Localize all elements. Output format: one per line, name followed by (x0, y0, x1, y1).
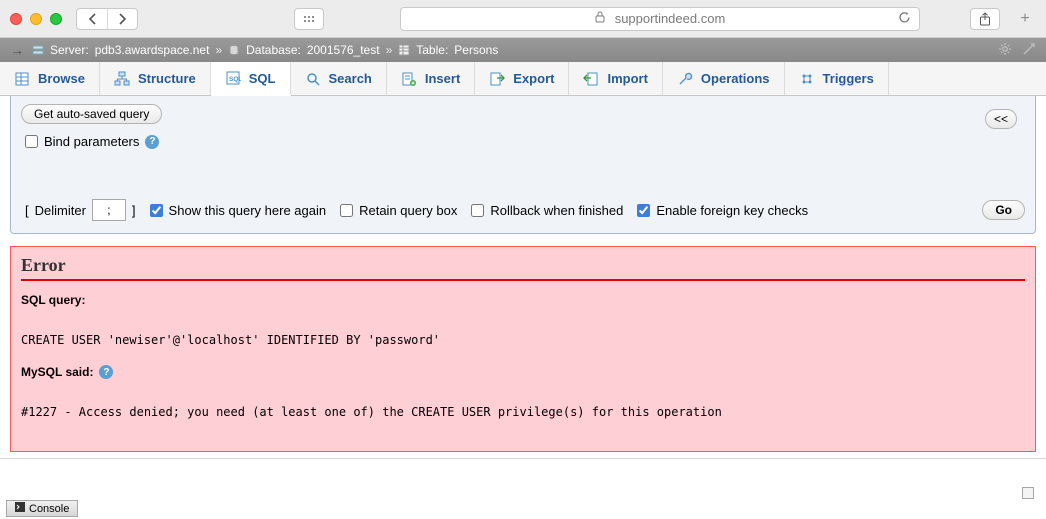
table-icon (398, 44, 410, 56)
tab-browse[interactable]: Browse (0, 62, 100, 95)
tab-label: Import (607, 71, 647, 86)
tab-sql[interactable]: SQL SQL (211, 62, 291, 96)
window-minimize-button[interactable] (30, 13, 42, 25)
table-value[interactable]: Persons (454, 43, 498, 57)
reload-button[interactable] (898, 11, 911, 27)
bind-params-checkbox[interactable] (25, 135, 38, 148)
tab-label: Insert (425, 71, 460, 86)
database-label: Database: (246, 43, 301, 57)
console-button[interactable]: Console (6, 500, 78, 517)
tab-structure[interactable]: Structure (100, 62, 211, 95)
tab-label: Operations (701, 71, 770, 86)
collapse-button[interactable]: << (985, 109, 1017, 129)
share-button[interactable] (970, 8, 1000, 30)
console-icon (15, 502, 25, 515)
error-heading: Error (21, 255, 1025, 281)
tab-label: Structure (138, 71, 196, 86)
option-label: Enable foreign key checks (656, 203, 808, 218)
tab-operations[interactable]: Operations (663, 62, 785, 95)
browser-titlebar: supportindeed.com + (0, 0, 1046, 38)
option-show-again[interactable]: Show this query here again (150, 203, 327, 218)
error-panel: Error SQL query: CREATE USER 'newiser'@'… (10, 246, 1036, 452)
option-label: Rollback when finished (490, 203, 623, 218)
option-label: Retain query box (359, 203, 457, 218)
delimiter-group: [ Delimiter ] (25, 199, 136, 221)
option-retain-box[interactable]: Retain query box (340, 203, 457, 218)
browse-icon (14, 71, 30, 87)
breadcrumb: → Server: pdb3.awardspace.net » Database… (0, 38, 1046, 62)
tab-label: Export (513, 71, 554, 86)
tab-label: Triggers (823, 71, 874, 86)
bind-params-label: Bind parameters (44, 134, 139, 149)
tab-label: SQL (249, 71, 276, 86)
rollback-checkbox[interactable] (471, 204, 484, 217)
mysql-said-label: MySQL said: (21, 365, 93, 379)
address-bar[interactable]: supportindeed.com (400, 7, 920, 31)
bracket-open: [ (25, 203, 29, 218)
breadcrumb-sep-2: » (386, 43, 393, 57)
tab-export[interactable]: Export (475, 62, 569, 95)
structure-icon (114, 71, 130, 87)
new-tab-button[interactable]: + (1014, 7, 1036, 31)
tab-search[interactable]: Search (291, 62, 387, 95)
sql-query-label: SQL query: (21, 293, 1025, 307)
tab-label: Search (329, 71, 372, 86)
back-button[interactable] (77, 9, 107, 29)
server-icon (32, 44, 44, 56)
window-maximize-button[interactable] (50, 13, 62, 25)
window-controls (10, 13, 62, 25)
option-label: Show this query here again (169, 203, 327, 218)
delimiter-input[interactable] (92, 199, 126, 221)
export-icon (489, 71, 505, 87)
svg-text:SQL: SQL (229, 76, 241, 83)
tab-label: Browse (38, 71, 85, 86)
sql-query-text: CREATE USER 'newiser'@'localhost' IDENTI… (21, 333, 1025, 347)
operations-icon (677, 71, 693, 87)
window-close-button[interactable] (10, 13, 22, 25)
fk-checks-checkbox[interactable] (637, 204, 650, 217)
help-icon[interactable]: ? (99, 365, 113, 379)
search-icon (305, 71, 321, 87)
nav-arrow-icon[interactable]: → (10, 42, 24, 58)
exit-icon[interactable] (1022, 42, 1036, 59)
console-label: Console (29, 503, 69, 515)
get-autosaved-button[interactable]: Get auto-saved query (21, 104, 162, 124)
tab-bar: Browse Structure SQL SQL Search Insert E… (0, 62, 1046, 96)
delimiter-label: Delimiter (35, 203, 86, 218)
forward-button[interactable] (107, 9, 137, 29)
server-label: Server: (50, 43, 89, 57)
database-icon (228, 44, 240, 56)
database-value[interactable]: 2001576_test (307, 43, 380, 57)
table-label: Table: (416, 43, 448, 57)
server-value[interactable]: pdb3.awardspace.net (95, 43, 210, 57)
address-url: supportindeed.com (611, 11, 726, 26)
nav-back-forward (76, 8, 138, 30)
lock-icon (595, 11, 605, 26)
import-icon (583, 71, 599, 87)
triggers-icon (799, 71, 815, 87)
apps-grid-button[interactable] (294, 8, 324, 30)
go-button[interactable]: Go (982, 200, 1025, 220)
option-fk-checks[interactable]: Enable foreign key checks (637, 203, 808, 218)
retain-box-checkbox[interactable] (340, 204, 353, 217)
show-again-checkbox[interactable] (150, 204, 163, 217)
tab-triggers[interactable]: Triggers (785, 62, 889, 95)
gear-icon[interactable] (998, 42, 1012, 59)
mysql-error-message: #1227 - Access denied; you need (at leas… (21, 405, 1025, 419)
bracket-close: ] (132, 203, 136, 218)
bottom-bar: Console (0, 498, 1046, 519)
query-options-panel: Get auto-saved query << Bind parameters … (10, 96, 1036, 234)
tab-import[interactable]: Import (569, 62, 662, 95)
sql-icon: SQL (225, 70, 241, 86)
breadcrumb-sep-1: » (215, 43, 222, 57)
option-rollback[interactable]: Rollback when finished (471, 203, 623, 218)
separator (0, 458, 1046, 459)
tab-insert[interactable]: Insert (387, 62, 475, 95)
help-icon[interactable]: ? (145, 135, 159, 149)
insert-icon (401, 71, 417, 87)
